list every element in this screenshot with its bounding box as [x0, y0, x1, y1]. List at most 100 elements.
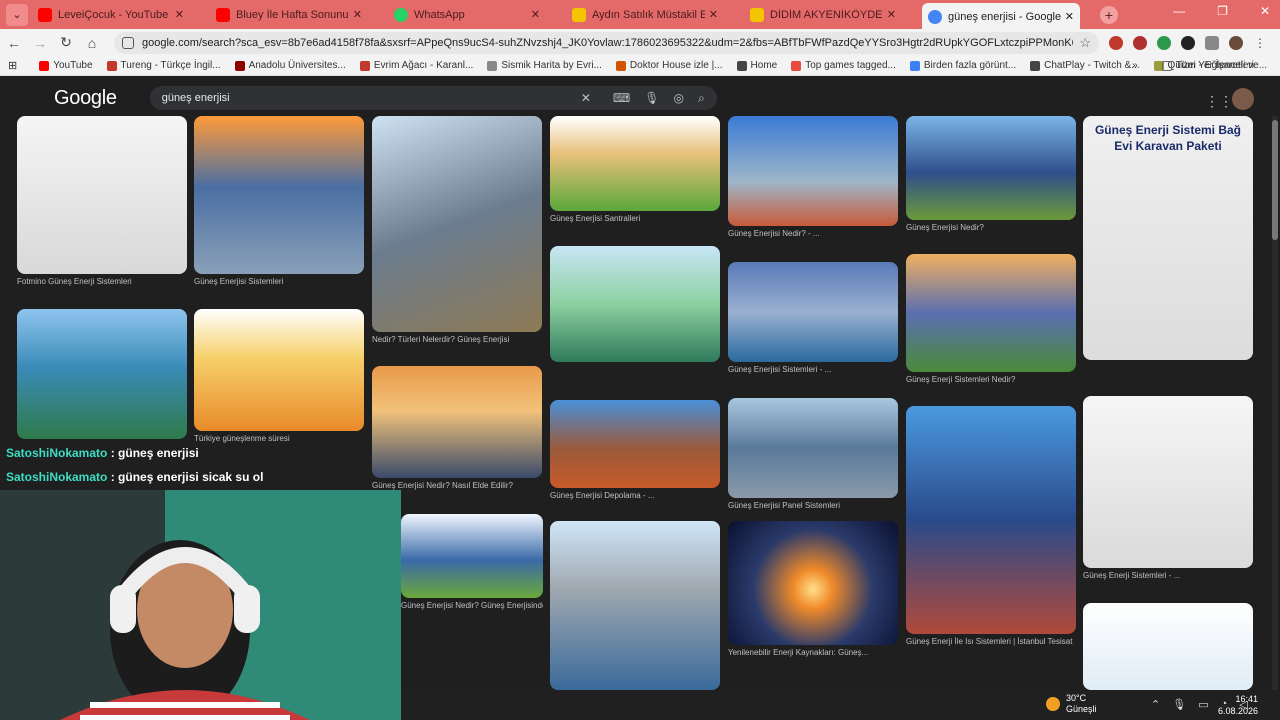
extension-icon[interactable]: [1181, 35, 1195, 50]
more-bookmarks-icon[interactable]: »: [1132, 60, 1138, 71]
tab-google-search[interactable]: güneş enerjisi - Google'da Ara ✕: [922, 2, 1080, 31]
bookmark-item[interactable]: Tureng - Türkçe İngil...: [106, 60, 221, 71]
close-icon[interactable]: ✕: [175, 8, 184, 21]
image-result[interactable]: [1083, 603, 1253, 690]
image-result-caption[interactable]: Güneş Enerjisi Nedir? - ...: [728, 229, 898, 238]
scrollbar-thumb[interactable]: [1272, 120, 1278, 240]
image-result[interactable]: Güneş Enerji Sistemi Bağ Evi Karavan Pak…: [1083, 116, 1253, 360]
image-result[interactable]: [401, 514, 543, 598]
account-avatar[interactable]: [1232, 88, 1254, 110]
image-result-caption[interactable]: Yenilenebilir Enerji Kaynakları: Güneş..…: [728, 648, 898, 657]
close-window-icon[interactable]: ✕: [1260, 4, 1270, 18]
image-result-caption[interactable]: Türkiye güneşlenme süresi: [194, 434, 364, 443]
close-icon[interactable]: ✕: [887, 8, 896, 21]
google-logo[interactable]: Google: [54, 87, 117, 110]
image-result-caption[interactable]: Güneş Enerjisi Santralleri: [550, 214, 720, 223]
image-result[interactable]: [372, 366, 542, 478]
site-info-icon[interactable]: [122, 36, 134, 49]
search-icon[interactable]: ⌕: [698, 91, 705, 106]
close-icon[interactable]: ✕: [1065, 10, 1074, 23]
extensions-puzzle-icon[interactable]: [1205, 35, 1219, 50]
lens-icon[interactable]: ◎: [673, 91, 683, 105]
minimize-icon[interactable]: —: [1173, 4, 1185, 18]
tab-sahibinden-2[interactable]: DİDİM AKYENİKÖYDE SATILIK ✕: [744, 3, 902, 27]
tab-whatsapp[interactable]: WhatsApp ✕: [388, 3, 546, 27]
whatsapp-icon: [394, 7, 408, 22]
image-result-caption[interactable]: Güneş Enerjisi Depolama - ...: [550, 491, 720, 500]
taskbar-clock[interactable]: 16:41 6.08.2026: [1218, 693, 1258, 717]
home-icon[interactable]: ⌂: [80, 35, 104, 51]
bookmark-item[interactable]: Evrim Ağacı - Karanl...: [359, 60, 473, 71]
image-result[interactable]: [17, 116, 187, 274]
bookmark-item[interactable]: ChatPlay - Twitch &...: [1030, 60, 1140, 71]
reload-icon[interactable]: ↻: [54, 34, 78, 51]
image-result-caption[interactable]: Güneş Enerji Sistemleri Nedir?: [906, 375, 1076, 384]
keyboard-icon[interactable]: ⌨: [613, 91, 630, 105]
bookmark-item[interactable]: Birden fazla görünt...: [909, 60, 1016, 71]
image-result[interactable]: [728, 521, 898, 645]
image-result-caption[interactable]: Güneş Enerjisi Nedir? Güneş Enerjisinden…: [401, 601, 543, 610]
bookmark-item[interactable]: Sismik Harita by Evri...: [487, 60, 602, 71]
maximize-icon[interactable]: ❐: [1217, 4, 1228, 18]
all-bookmarks-folder[interactable]: Tüm Yer İşaretleri: [1161, 60, 1254, 71]
close-icon[interactable]: ✕: [353, 8, 362, 21]
image-result[interactable]: [372, 116, 542, 332]
image-result-caption[interactable]: Fotmino Güneş Enerji Sistemleri: [17, 277, 187, 286]
clear-icon[interactable]: ✕: [581, 91, 591, 105]
image-result[interactable]: [906, 254, 1076, 372]
all-bookmarks-label: Tüm Yer İşaretleri: [1175, 60, 1254, 71]
bookmark-item[interactable]: YouTube: [39, 60, 93, 71]
image-result[interactable]: [728, 116, 898, 226]
forward-icon[interactable]: →: [28, 35, 52, 51]
chevron-up-icon[interactable]: ⌃: [1151, 698, 1160, 711]
back-icon[interactable]: ←: [2, 35, 26, 51]
weather-widget[interactable]: 30°C Güneşli: [1046, 693, 1097, 715]
image-result-caption[interactable]: Güneş Enerjisi Panel Sistemleri: [728, 501, 898, 510]
image-result[interactable]: [550, 521, 720, 690]
tab-search-button[interactable]: ⌄: [6, 3, 28, 26]
tab-youtube-2[interactable]: Bluey İle Hafta Sonunun Tadını ✕: [210, 3, 368, 27]
menu-kebab-icon[interactable]: ⋮: [1253, 36, 1267, 50]
extension-icon[interactable]: [1133, 35, 1147, 50]
image-result[interactable]: [728, 398, 898, 498]
image-result[interactable]: [728, 262, 898, 362]
extension-icon[interactable]: [1157, 35, 1171, 50]
extension-icon[interactable]: [1109, 35, 1123, 50]
image-result[interactable]: [17, 309, 187, 439]
image-result[interactable]: [550, 246, 720, 362]
apps-grid-icon[interactable]: ⊞: [8, 59, 17, 72]
bookmark-item[interactable]: Top games tagged...: [791, 60, 896, 71]
image-result[interactable]: [194, 309, 364, 431]
tab-youtube-1[interactable]: LeveiÇocuk - YouTube ✕: [32, 3, 190, 27]
close-icon[interactable]: ✕: [709, 8, 718, 21]
image-result[interactable]: [194, 116, 364, 274]
image-result-caption[interactable]: Nedir? Türleri Nelerdir? Güneş Enerjisi: [372, 335, 542, 344]
google-apps-icon[interactable]: ⋮⋮: [1205, 93, 1233, 110]
bookmark-item[interactable]: Anadolu Üniversites...: [234, 60, 346, 71]
address-bar[interactable]: google.com/search?sca_esv=8b7e6ad4158f78…: [114, 31, 1099, 54]
image-result[interactable]: [550, 400, 720, 488]
profile-avatar[interactable]: [1229, 35, 1243, 50]
bookmark-star-icon[interactable]: ☆: [1079, 35, 1091, 51]
image-result-caption[interactable]: Güneş Enerjisi Sistemleri - ...: [728, 365, 898, 374]
display-icon[interactable]: ▭: [1198, 698, 1208, 711]
image-result-caption[interactable]: Güneş Enerjisi Nedir?: [906, 223, 1076, 232]
microphone-icon[interactable]: 🎙: [644, 91, 659, 105]
tab-sahibinden-1[interactable]: Aydın Satılık Müstakil Ev Fiyatl ✕: [566, 3, 724, 27]
search-query[interactable]: güneş enerjisi: [162, 92, 567, 104]
page-scrollbar[interactable]: [1272, 116, 1278, 690]
close-icon[interactable]: ✕: [531, 8, 540, 21]
bookmark-item[interactable]: Home: [736, 60, 777, 71]
image-result[interactable]: [906, 116, 1076, 220]
image-result-caption[interactable]: Güneş Enerjisi Nedir? Nasıl Elde Edilir?: [372, 481, 542, 490]
image-result[interactable]: [906, 406, 1076, 634]
bookmark-item[interactable]: Doktor House izle |...: [615, 60, 723, 71]
image-result-caption[interactable]: Güneş Enerji İle Isı Sistemleri | İstanb…: [906, 637, 1076, 646]
image-result[interactable]: [1083, 396, 1253, 568]
new-tab-button[interactable]: +: [1100, 5, 1118, 24]
image-result-caption[interactable]: Güneş Enerji Sistemleri - ...: [1083, 571, 1253, 580]
image-result-caption[interactable]: Güneş Enerjisi Sistemleri: [194, 277, 364, 286]
search-box[interactable]: güneş enerjisi ✕ ⌨ 🎙 ◎ ⌕: [149, 86, 717, 110]
microphone-tray-icon[interactable]: 🎙: [1172, 698, 1186, 711]
image-result[interactable]: [550, 116, 720, 211]
